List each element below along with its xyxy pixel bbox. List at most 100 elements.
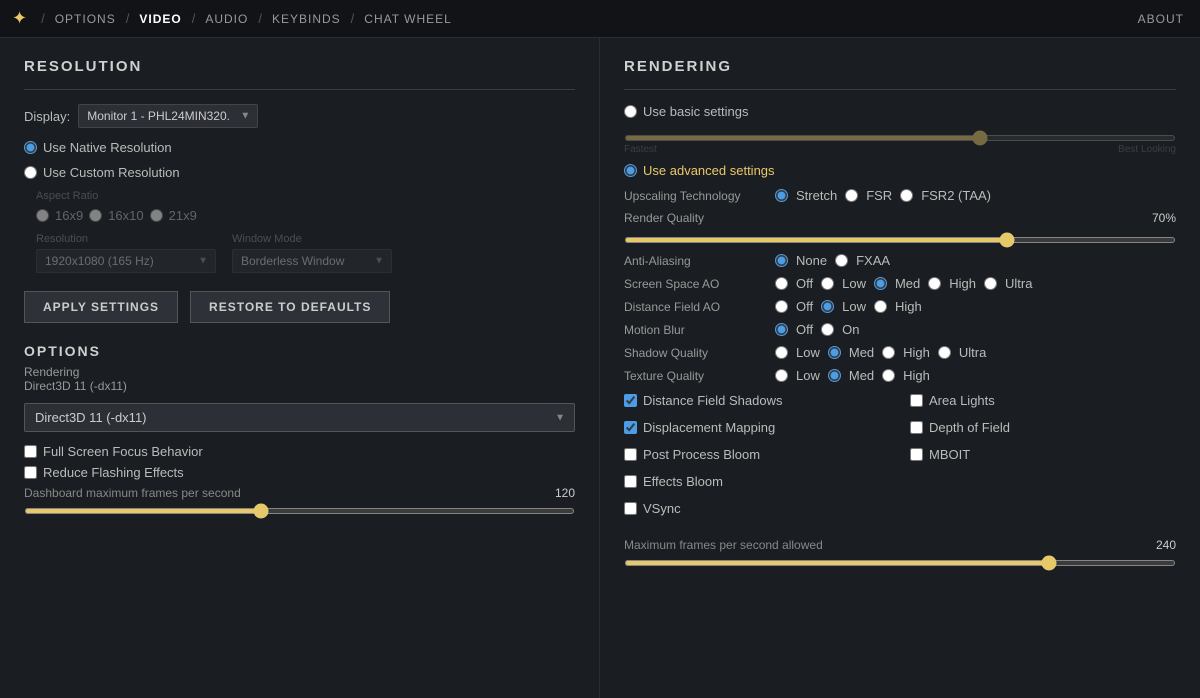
post-process-bloom-label[interactable]: Post Process Bloom <box>643 447 760 462</box>
dfao-high-label[interactable]: High <box>895 299 922 314</box>
mboit-checkbox[interactable] <box>910 448 923 461</box>
nav-item-about[interactable]: ABOUT <box>1134 12 1188 26</box>
ssao-high-radio[interactable] <box>928 277 941 290</box>
max-fps-slider[interactable] <box>624 560 1176 566</box>
distance-field-shadows-checkbox[interactable] <box>624 394 637 407</box>
shadow-med-label[interactable]: Med <box>849 345 874 360</box>
motion-blur-off-label[interactable]: Off <box>796 322 813 337</box>
rendering-title: RENDERING <box>624 58 1176 75</box>
native-resolution-label[interactable]: Use Native Resolution <box>43 140 172 155</box>
aspect-16x10-radio[interactable] <box>89 209 102 222</box>
shadow-low-radio[interactable] <box>775 346 788 359</box>
dfao-low-radio[interactable] <box>821 300 834 313</box>
nav-item-options[interactable]: OPTIONS <box>51 12 120 26</box>
area-lights-checkbox[interactable] <box>910 394 923 407</box>
dfao-off-label[interactable]: Off <box>796 299 813 314</box>
texture-low-label[interactable]: Low <box>796 368 820 383</box>
dfao-low-label[interactable]: Low <box>842 299 866 314</box>
resolution-select[interactable]: 1920x1080 (165 Hz) <box>36 249 216 273</box>
upscaling-stretch-radio[interactable] <box>775 189 788 202</box>
upscaling-fsr-label[interactable]: FSR <box>866 188 892 203</box>
ssao-off-radio[interactable] <box>775 277 788 290</box>
texture-low-radio[interactable] <box>775 369 788 382</box>
aa-fxaa-label[interactable]: FXAA <box>856 253 890 268</box>
aa-options: None FXAA <box>775 253 890 268</box>
dfao-high-radio[interactable] <box>874 300 887 313</box>
basic-settings-radio[interactable] <box>624 105 637 118</box>
motion-blur-off-radio[interactable] <box>775 323 788 336</box>
nav-item-video[interactable]: VIDEO <box>135 12 185 26</box>
area-lights-label[interactable]: Area Lights <box>929 393 995 408</box>
aspect-16x9-radio[interactable] <box>36 209 49 222</box>
options-rendering-label: Rendering <box>24 365 79 379</box>
reduce-flashing-label[interactable]: Reduce Flashing Effects <box>43 465 184 480</box>
shadow-high-label[interactable]: High <box>903 345 930 360</box>
ssao-med-label[interactable]: Med <box>895 276 920 291</box>
vsync-label[interactable]: VSync <box>643 501 681 516</box>
shadow-ultra-radio[interactable] <box>938 346 951 359</box>
distance-field-shadows-label[interactable]: Distance Field Shadows <box>643 393 782 408</box>
texture-med-radio[interactable] <box>828 369 841 382</box>
fullscreen-focus-label[interactable]: Full Screen Focus Behavior <box>43 444 203 459</box>
ssao-low-radio[interactable] <box>821 277 834 290</box>
shadow-high-radio[interactable] <box>882 346 895 359</box>
display-select[interactable]: Monitor 1 - PHL24MIN320... <box>78 104 258 128</box>
nav-item-chat-wheel[interactable]: CHAT WHEEL <box>360 12 456 26</box>
depth-of-field-label[interactable]: Depth of Field <box>929 420 1010 435</box>
nav-item-keybinds[interactable]: KEYBINDS <box>268 12 345 26</box>
effects-bloom-label[interactable]: Effects Bloom <box>643 474 723 489</box>
custom-resolution-label[interactable]: Use Custom Resolution <box>43 165 180 180</box>
mboit-label[interactable]: MBOIT <box>929 447 970 462</box>
advanced-settings-radio[interactable] <box>624 164 637 177</box>
nav-separator-4: / <box>258 11 262 26</box>
basic-settings-label[interactable]: Use basic settings <box>643 104 749 119</box>
restore-defaults-button[interactable]: RESTORE TO DEFAULTS <box>190 291 390 323</box>
aa-none-radio[interactable] <box>775 254 788 267</box>
aspect-16x9-label[interactable]: 16x9 <box>55 208 83 223</box>
shadow-ultra-label[interactable]: Ultra <box>959 345 986 360</box>
displacement-mapping-checkbox[interactable] <box>624 421 637 434</box>
shadow-low-label[interactable]: Low <box>796 345 820 360</box>
upscaling-fsr2-radio[interactable] <box>900 189 913 202</box>
effects-bloom-checkbox[interactable] <box>624 475 637 488</box>
texture-med-label[interactable]: Med <box>849 368 874 383</box>
advanced-settings-label[interactable]: Use advanced settings <box>643 163 775 178</box>
dashboard-fps-header: Dashboard maximum frames per second 120 <box>24 486 575 500</box>
depth-of-field-checkbox[interactable] <box>910 421 923 434</box>
ssao-med-radio[interactable] <box>874 277 887 290</box>
ssao-off-label[interactable]: Off <box>796 276 813 291</box>
motion-blur-row: Motion Blur Off On <box>624 322 1176 337</box>
texture-high-label[interactable]: High <box>903 368 930 383</box>
aa-none-label[interactable]: None <box>796 253 827 268</box>
motion-blur-on-radio[interactable] <box>821 323 834 336</box>
render-quality-slider[interactable] <box>624 237 1176 243</box>
displacement-mapping-label[interactable]: Displacement Mapping <box>643 420 775 435</box>
ssao-high-label[interactable]: High <box>949 276 976 291</box>
apply-settings-button[interactable]: APPLY SETTINGS <box>24 291 178 323</box>
reduce-flashing-checkbox[interactable] <box>24 466 37 479</box>
ssao-ultra-radio[interactable] <box>984 277 997 290</box>
upscaling-stretch-label[interactable]: Stretch <box>796 188 837 203</box>
aspect-21x9-radio[interactable] <box>150 209 163 222</box>
texture-high-radio[interactable] <box>882 369 895 382</box>
window-mode-select[interactable]: Borderless Window <box>232 249 392 273</box>
native-resolution-radio[interactable] <box>24 141 37 154</box>
dfao-off-radio[interactable] <box>775 300 788 313</box>
upscaling-fsr-radio[interactable] <box>845 189 858 202</box>
rendering-api-select[interactable]: Direct3D 11 (-dx11) Direct3D 12 Vulkan <box>24 403 575 432</box>
custom-resolution-radio[interactable] <box>24 166 37 179</box>
upscaling-fsr2-label[interactable]: FSR2 (TAA) <box>921 188 991 203</box>
aspect-21x9-label[interactable]: 21x9 <box>169 208 197 223</box>
basic-quality-slider[interactable] <box>624 135 1176 141</box>
dashboard-fps-slider[interactable] <box>24 508 575 514</box>
nav-item-audio[interactable]: AUDIO <box>201 12 252 26</box>
vsync-checkbox[interactable] <box>624 502 637 515</box>
post-process-bloom-checkbox[interactable] <box>624 448 637 461</box>
aspect-16x10-label[interactable]: 16x10 <box>108 208 143 223</box>
motion-blur-on-label[interactable]: On <box>842 322 859 337</box>
fullscreen-focus-checkbox[interactable] <box>24 445 37 458</box>
ssao-ultra-label[interactable]: Ultra <box>1005 276 1032 291</box>
shadow-med-radio[interactable] <box>828 346 841 359</box>
ssao-low-label[interactable]: Low <box>842 276 866 291</box>
aa-fxaa-radio[interactable] <box>835 254 848 267</box>
